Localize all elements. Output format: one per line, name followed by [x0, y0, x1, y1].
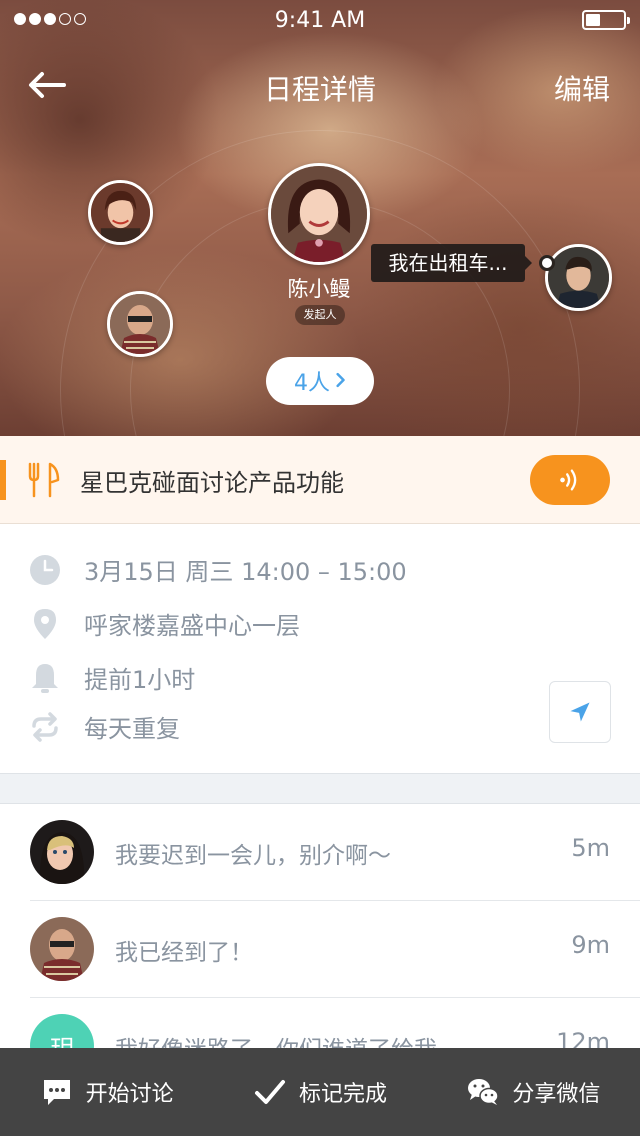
participants-hero: 9:41 AM 日程详情 编辑 陈小鳗 发起人 我在出租车... 4人: [0, 0, 640, 436]
message-avatar: [30, 917, 94, 981]
detail-repeat: 每天重复: [28, 709, 180, 744]
participant-avatar[interactable]: [107, 291, 173, 357]
start-discussion-label: 开始讨论: [85, 1082, 174, 1107]
host-name: 陈小鳗: [287, 277, 351, 301]
status-bubble: 我在出租车...: [371, 244, 532, 282]
wechat-icon: [468, 1079, 500, 1105]
back-arrow-icon: [29, 72, 66, 98]
message-avatar: [30, 820, 94, 884]
status-time: 9:41 AM: [274, 8, 366, 33]
chat-bubble-icon: [43, 1080, 70, 1105]
bottom-action-bar: 开始讨论 标记完成 分享微信: [0, 1048, 640, 1136]
start-discussion-button[interactable]: 开始讨论: [0, 1048, 213, 1136]
repeat-icon: [32, 711, 58, 742]
detail-location-text: 呼家楼嘉盛中心一层: [84, 612, 300, 640]
detail-location[interactable]: 呼家楼嘉盛中心一层: [28, 606, 300, 641]
message-time: 9m: [571, 931, 610, 959]
chevron-right-icon: [336, 369, 346, 394]
voice-button[interactable]: [530, 455, 610, 505]
share-wechat-button[interactable]: 分享微信: [427, 1048, 640, 1136]
message-item[interactable]: 我已经到了！ 9m: [0, 901, 640, 998]
sound-wave-icon: [560, 469, 577, 491]
location-pin-icon: [34, 608, 56, 639]
back-button[interactable]: [26, 70, 66, 100]
mark-done-label: 标记完成: [298, 1082, 387, 1107]
page-title: 日程详情: [263, 73, 376, 106]
participant-avatar[interactable]: [88, 180, 153, 245]
host-badge: 发起人: [295, 305, 345, 325]
fork-knife-icon: [28, 462, 60, 498]
bell-icon: [32, 663, 58, 693]
detail-time-text: 3月15日 周三 14:00 – 15:00: [84, 558, 407, 586]
message-text: 我已经到了！: [115, 940, 253, 966]
event-title: 星巴克碰面讨论产品功能: [80, 469, 344, 497]
accent-stripe: [0, 460, 6, 500]
detail-reminder-text: 提前1小时: [84, 666, 196, 694]
participant-avatar[interactable]: [545, 244, 612, 311]
message-text: 我要迟到一会儿，别介啊～: [115, 843, 391, 869]
message-time: 5m: [571, 834, 610, 862]
message-item[interactable]: 我要迟到一会儿，别介啊～ 5m: [0, 804, 640, 901]
navigate-button[interactable]: [549, 681, 611, 743]
edit-button[interactable]: 编辑: [554, 68, 610, 108]
share-wechat-label: 分享微信: [512, 1082, 601, 1107]
detail-repeat-text: 每天重复: [84, 715, 180, 743]
status-bar: 9:41 AM: [0, 0, 640, 40]
section-gap: [0, 774, 640, 804]
nav-bar: 日程详情 编辑: [0, 60, 640, 112]
detail-time: 3月15日 周三 14:00 – 15:00: [28, 552, 407, 587]
participant-count-button[interactable]: 4人: [266, 357, 374, 405]
mark-done-button[interactable]: 标记完成: [213, 1048, 426, 1136]
status-indicator-dot: [539, 255, 555, 271]
clock-icon: [30, 554, 60, 585]
participant-count-label: 4人: [294, 371, 330, 396]
battery-icon: [582, 10, 630, 30]
host-avatar[interactable]: [268, 163, 370, 265]
event-details: 3月15日 周三 14:00 – 15:00 呼家楼嘉盛中心一层 提前1小时 每…: [0, 524, 640, 774]
detail-reminder: 提前1小时: [28, 660, 195, 695]
checkmark-icon: [254, 1080, 285, 1104]
navigation-arrow-icon: [570, 702, 590, 722]
